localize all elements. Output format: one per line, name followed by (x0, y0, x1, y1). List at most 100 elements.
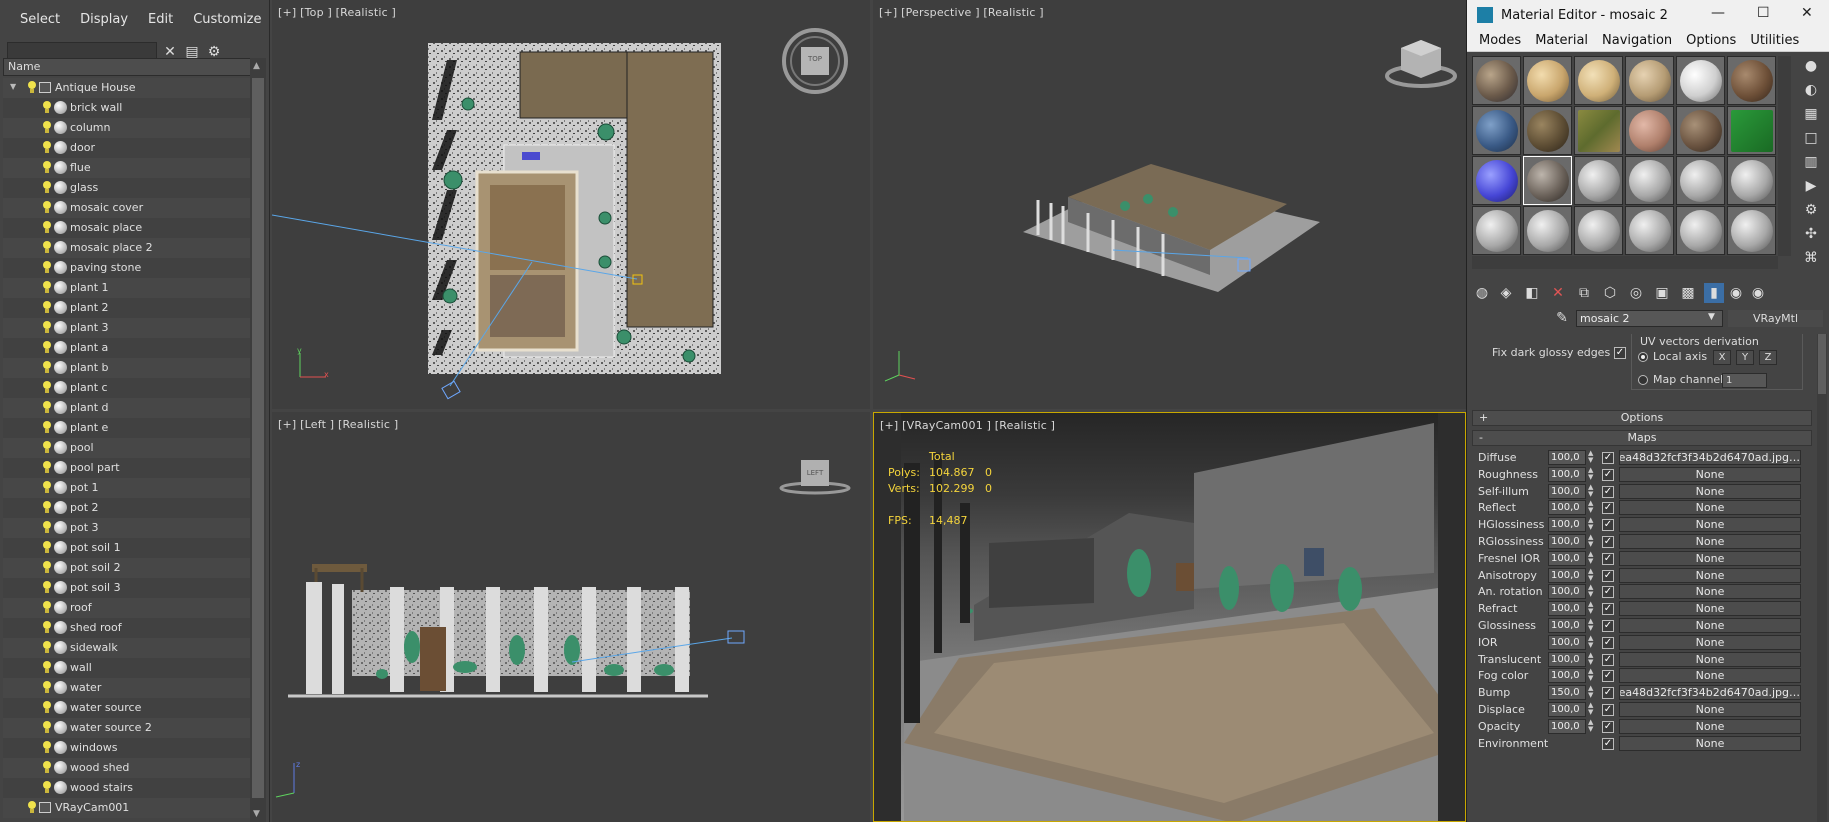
material-map-navigator-icon[interactable]: ⌘ (1801, 248, 1821, 268)
slots-horizontal-scrollbar[interactable] (1472, 256, 1778, 269)
visibility-bulb-icon[interactable] (42, 441, 52, 454)
tree-item[interactable]: door (3, 138, 250, 158)
material-slot[interactable] (1727, 106, 1776, 155)
tree-item[interactable]: pool (3, 438, 250, 458)
tree-item[interactable]: column (3, 118, 250, 138)
material-slot[interactable] (1574, 206, 1623, 255)
viewport-perspective[interactable]: [+] [Perspective ] [Realistic ] (873, 0, 1466, 409)
put-to-scene-icon[interactable]: ◈ (1496, 283, 1516, 303)
material-slot[interactable] (1523, 56, 1572, 105)
spinner-arrows-icon[interactable]: ▲ ▼ (1588, 651, 1593, 666)
map-amount-spinner[interactable]: 100,0 (1548, 534, 1586, 549)
map-enable-checkbox[interactable]: ✓ (1602, 620, 1614, 632)
visibility-bulb-icon[interactable] (42, 601, 52, 614)
material-slot[interactable] (1625, 106, 1674, 155)
visibility-bulb-icon[interactable] (42, 741, 52, 754)
map-amount-spinner[interactable]: 100,0 (1548, 500, 1586, 516)
tree-item[interactable]: brick wall (3, 98, 250, 118)
visibility-bulb-icon[interactable] (42, 261, 52, 274)
options-rollout[interactable]: + Options (1472, 410, 1812, 426)
go-forward-sibling-icon[interactable]: ◉ (1748, 283, 1768, 303)
spinner-arrows-icon[interactable]: ▲ ▼ (1588, 534, 1593, 548)
tree-item[interactable]: flue (3, 158, 250, 178)
spinner-arrows-icon[interactable]: ▲ ▼ (1588, 450, 1593, 464)
menu-customize[interactable]: Customize (183, 12, 271, 27)
tree-item[interactable]: mosaic cover (3, 198, 250, 218)
reset-map-icon[interactable]: ✕ (1548, 283, 1568, 303)
map-slot-button[interactable]: None (1619, 584, 1801, 600)
material-slot[interactable] (1472, 106, 1521, 155)
map-amount-spinner[interactable]: 100,0 (1548, 634, 1586, 650)
sample-type-icon[interactable]: ● (1801, 56, 1821, 76)
tree-item[interactable]: roof (3, 598, 250, 618)
visibility-bulb-icon[interactable] (42, 561, 52, 574)
spinner-arrows-icon[interactable]: ▲ ▼ (1588, 685, 1593, 699)
tree-item[interactable]: water source (3, 698, 250, 718)
menu-modes[interactable]: Modes (1473, 33, 1529, 48)
material-name-field[interactable]: mosaic 2 (1576, 310, 1723, 327)
tree-item[interactable]: water source 2 (3, 718, 250, 738)
tree-item[interactable]: plant b (3, 358, 250, 378)
map-channel-spinner[interactable]: 1 (1722, 373, 1767, 388)
spinner-arrows-icon[interactable]: ▲ ▼ (1588, 550, 1593, 565)
close-icon[interactable]: ✕ (1801, 5, 1813, 21)
tree-item[interactable]: pool part (3, 458, 250, 478)
visibility-bulb-icon[interactable] (42, 401, 52, 414)
visibility-bulb-icon[interactable] (42, 241, 52, 254)
menu-utilities[interactable]: Utilities (1744, 33, 1807, 48)
visibility-bulb-icon[interactable] (42, 681, 52, 694)
visibility-bulb-icon[interactable] (42, 521, 52, 534)
visibility-bulb-icon[interactable] (42, 781, 52, 794)
spinner-arrows-icon[interactable]: ▲ ▼ (1588, 618, 1593, 632)
map-slot-button[interactable]: None (1619, 601, 1801, 617)
map-enable-checkbox[interactable]: ✓ (1602, 519, 1614, 532)
map-enable-checkbox[interactable]: ✓ (1602, 687, 1614, 700)
column-header-name[interactable]: Name (3, 58, 263, 76)
spinner-arrows-icon[interactable]: ▲ ▼ (1588, 567, 1593, 582)
map-enable-checkbox[interactable]: ✓ (1602, 720, 1614, 733)
background-icon[interactable]: ▦ (1801, 104, 1821, 124)
tree-item[interactable]: plant d (3, 398, 250, 418)
material-slot[interactable] (1574, 56, 1623, 105)
scroll-up-icon[interactable]: ▲ (253, 61, 260, 71)
visibility-bulb-icon[interactable] (42, 341, 52, 354)
fix-dark-glossy-checkbox[interactable]: ✓ (1614, 347, 1626, 359)
visibility-bulb-icon[interactable] (42, 721, 52, 734)
menu-display[interactable]: Display (70, 12, 138, 27)
tree-item[interactable]: water (3, 678, 250, 698)
map-enable-checkbox[interactable]: ✓ (1602, 536, 1614, 548)
map-slot-button[interactable]: …2c91ea48d32fcf3f34b2d6470ad.jpg) (1619, 450, 1801, 465)
map-amount-spinner[interactable]: 100,0 (1548, 550, 1586, 566)
visibility-bulb-icon[interactable] (42, 661, 52, 674)
material-slot[interactable] (1472, 156, 1521, 205)
map-slot-button[interactable]: None (1619, 735, 1801, 751)
map-enable-checkbox[interactable]: ✓ (1602, 636, 1614, 649)
spinner-arrows-icon[interactable]: ▲ ▼ (1588, 601, 1593, 615)
scrollbar-thumb[interactable] (252, 78, 264, 798)
map-enable-checkbox[interactable]: ✓ (1602, 586, 1614, 599)
map-amount-spinner[interactable]: 100,0 (1548, 718, 1586, 734)
local-axis-radio[interactable] (1638, 352, 1648, 362)
menu-material[interactable]: Material (1529, 33, 1596, 48)
tree-item[interactable]: glass (3, 178, 250, 198)
tree-item[interactable]: plant a (3, 338, 250, 358)
material-slot[interactable] (1676, 206, 1725, 255)
material-slot[interactable] (1676, 106, 1725, 155)
menu-navigation[interactable]: Navigation (1596, 33, 1680, 48)
map-amount-spinner[interactable]: 100,0 (1548, 651, 1586, 667)
make-unique-icon[interactable]: ⬡ (1600, 283, 1620, 303)
viewcube-perspective[interactable] (1385, 34, 1457, 90)
visibility-bulb-icon[interactable] (42, 221, 52, 234)
maximize-icon[interactable]: ☐ (1757, 5, 1770, 21)
material-id-channel-icon[interactable]: ▣ (1652, 283, 1672, 303)
map-enable-checkbox[interactable]: ✓ (1602, 653, 1614, 666)
map-amount-spinner[interactable]: 150,0 (1548, 685, 1586, 701)
map-slot-button[interactable]: None (1619, 550, 1801, 566)
tree-item[interactable]: pot 2 (3, 498, 250, 518)
map-slot-button[interactable]: None (1619, 668, 1801, 684)
map-amount-spinner[interactable]: 100,0 (1548, 450, 1586, 465)
map-slot-button[interactable]: None (1619, 634, 1801, 650)
material-slot[interactable] (1676, 156, 1725, 205)
material-slot[interactable] (1727, 206, 1776, 255)
tree-item[interactable]: mosaic place 2 (3, 238, 250, 258)
